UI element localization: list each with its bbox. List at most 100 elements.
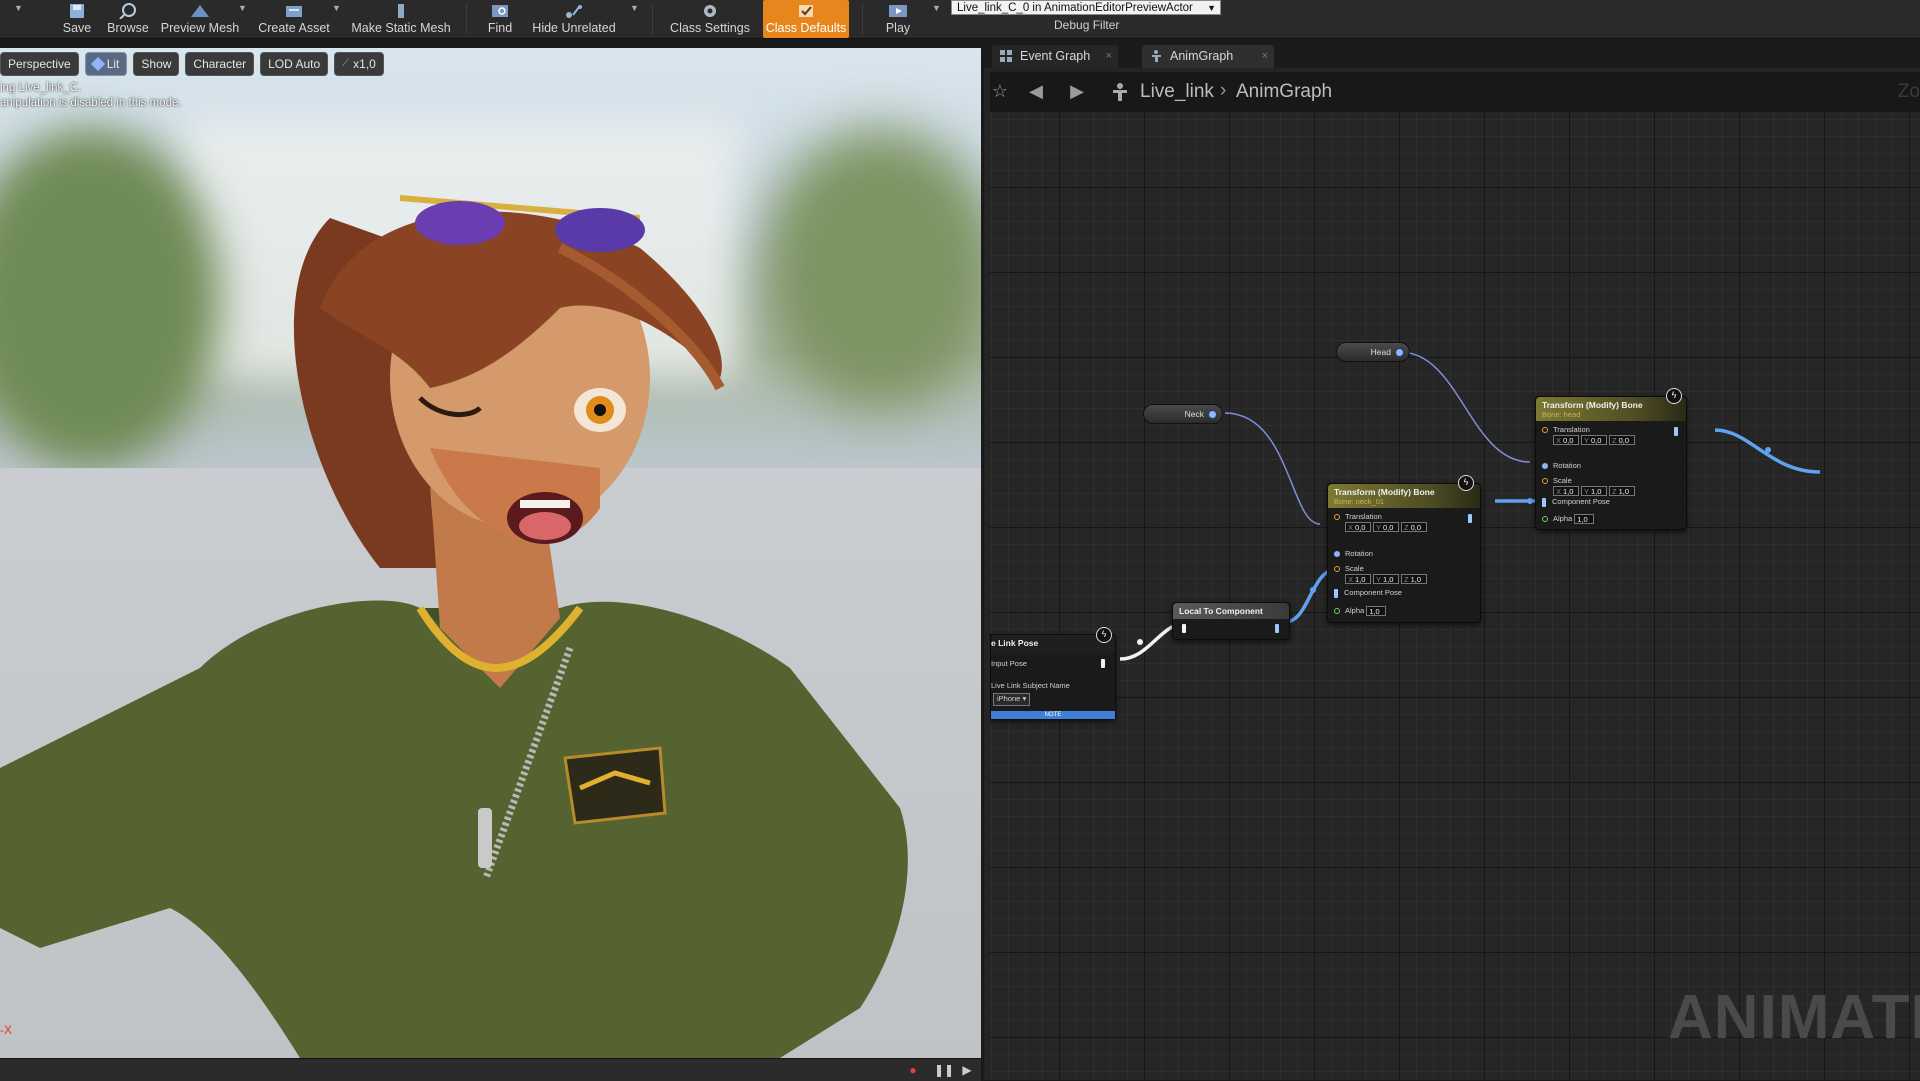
translation-x-field[interactable]: X 0,0 bbox=[1553, 435, 1579, 445]
translation-y-field[interactable]: Y 0,0 bbox=[1373, 522, 1399, 532]
hide-unrelated-dropdown-icon[interactable]: ▼ bbox=[630, 3, 639, 13]
play-button[interactable]: Play bbox=[876, 0, 920, 38]
neck-variable-node[interactable]: Neck bbox=[1143, 404, 1223, 424]
output-pin[interactable] bbox=[1208, 410, 1217, 419]
component-pose-pin: Component Pose bbox=[1334, 588, 1402, 598]
close-icon[interactable]: × bbox=[1262, 45, 1268, 67]
browse-button[interactable]: Browse bbox=[104, 0, 152, 38]
head-variable-node[interactable]: Head bbox=[1336, 342, 1410, 362]
class-defaults-icon bbox=[799, 5, 813, 17]
skeleton-icon bbox=[1113, 83, 1127, 101]
play-dropdown-icon[interactable]: ▼ bbox=[932, 3, 941, 13]
viewport-toolbar: Perspective Lit Show Character LOD Auto … bbox=[0, 52, 384, 78]
star-icon[interactable]: ☆ bbox=[990, 81, 1010, 101]
close-icon[interactable]: × bbox=[1106, 45, 1112, 67]
gear-icon bbox=[704, 5, 716, 17]
translation-z-field[interactable]: Z 0,0 bbox=[1401, 522, 1427, 532]
play-icon bbox=[889, 5, 907, 17]
preview-viewport[interactable]: Perspective Lit Show Character LOD Auto … bbox=[0, 48, 981, 1058]
axis-indicator: -X bbox=[0, 1023, 12, 1037]
chevron-right-icon: › bbox=[1220, 80, 1227, 101]
class-defaults-button[interactable]: Class Defaults bbox=[763, 0, 849, 38]
back-arrow-icon[interactable]: ◀ bbox=[1026, 81, 1046, 101]
tab-anim-graph[interactable]: AnimGraph × bbox=[1142, 45, 1274, 68]
alpha-field[interactable]: 1,0 bbox=[1574, 514, 1595, 525]
create-asset-dropdown-icon[interactable]: ▼ bbox=[332, 3, 341, 13]
step-forward-icon[interactable]: ▶ bbox=[960, 1063, 974, 1077]
note-bar: NOTE bbox=[991, 711, 1115, 719]
output-pose-pin[interactable] bbox=[1101, 659, 1105, 668]
breadcrumb-current[interactable]: AnimGraph bbox=[1236, 81, 1332, 103]
tab-event-graph[interactable]: Event Graph × bbox=[992, 45, 1118, 68]
subject-name-select[interactable]: iPhone ▾ bbox=[993, 693, 1031, 706]
alpha-field[interactable]: 1,0 bbox=[1366, 606, 1387, 617]
fast-path-icon: ϟ bbox=[1458, 475, 1474, 491]
playback-speed-button[interactable]: ⟋ x1,0 bbox=[334, 52, 384, 76]
fast-path-icon: ϟ bbox=[1096, 627, 1112, 643]
output-pin[interactable] bbox=[1395, 348, 1404, 357]
class-settings-button[interactable]: Class Settings bbox=[668, 0, 752, 38]
create-asset-icon bbox=[286, 6, 302, 17]
preview-mesh-dropdown-icon[interactable]: ▼ bbox=[238, 3, 247, 13]
translation-y-field[interactable]: Y 0,0 bbox=[1581, 435, 1607, 445]
scale-x-field[interactable]: X 1,0 bbox=[1345, 574, 1371, 584]
wire-head-rotation bbox=[1399, 351, 1531, 463]
translation-x-field[interactable]: X 0,0 bbox=[1345, 522, 1371, 532]
hide-unrelated-button[interactable]: Hide Unrelated bbox=[532, 0, 616, 38]
chevron-down-icon: ▼ bbox=[1207, 3, 1216, 13]
scale-y-field[interactable]: Y 1,0 bbox=[1581, 486, 1607, 496]
event-graph-icon bbox=[1000, 50, 1012, 62]
input-pose-pin[interactable] bbox=[1182, 624, 1186, 633]
scale-z-field[interactable]: Z 1,0 bbox=[1609, 486, 1635, 496]
lod-button[interactable]: LOD Auto bbox=[260, 52, 329, 76]
save-icon bbox=[70, 4, 84, 18]
output-pose-pin[interactable] bbox=[1275, 624, 1279, 633]
output-pose-pin[interactable] bbox=[1468, 514, 1472, 523]
breadcrumb: ☆ ◀ ▶ Live_link › AnimGraph Zo bbox=[990, 72, 1920, 112]
scale-pin: Scale X 1,0 Y 1,0 Z 1,0 bbox=[1542, 476, 1635, 496]
pause-icon[interactable]: ❚❚ bbox=[934, 1063, 954, 1077]
translation-pin: Translation X 0,0 Y 0,0 Z 0,0 bbox=[1542, 425, 1635, 445]
debug-object-select[interactable]: Live_link_C_0 in AnimationEditorPreviewA… bbox=[951, 0, 1221, 15]
find-icon bbox=[492, 5, 508, 17]
preview-mesh-icon bbox=[191, 5, 209, 17]
perspective-button[interactable]: Perspective bbox=[0, 52, 79, 76]
output-pose-pin[interactable] bbox=[1674, 427, 1678, 436]
rotation-pin: Rotation bbox=[1334, 549, 1373, 558]
debug-filter-label: Debug Filter bbox=[1054, 18, 1120, 32]
main-toolbar: ▼ Save Browse Preview Mesh ▼ Create Asse… bbox=[0, 0, 1920, 39]
breadcrumb-root[interactable]: Live_link bbox=[1140, 81, 1214, 103]
make-static-mesh-button[interactable]: Make Static Mesh bbox=[350, 0, 452, 38]
save-button[interactable]: Save bbox=[58, 0, 96, 38]
alpha-pin: Alpha 1,0 bbox=[1334, 606, 1387, 617]
timeline-bar: ● ❚❚ ▶ bbox=[0, 1058, 981, 1081]
scale-z-field[interactable]: Z 1,0 bbox=[1401, 574, 1427, 584]
translation-pin: Translation X 0,0 Y 0,0 Z 0,0 bbox=[1334, 512, 1427, 532]
make-static-mesh-icon bbox=[398, 4, 404, 18]
fast-path-icon: ϟ bbox=[1666, 388, 1682, 404]
scale-y-field[interactable]: Y 1,0 bbox=[1373, 574, 1399, 584]
rotation-pin: Rotation bbox=[1542, 461, 1581, 470]
hide-unrelated-icon bbox=[566, 5, 582, 18]
graph-editor-panel: Event Graph × AnimGraph × ☆ ◀ ▶ Live_lin… bbox=[984, 42, 1920, 1080]
live-link-pose-node[interactable]: e Link Pose Input Pose Live Link Subject… bbox=[990, 634, 1116, 720]
anim-graph-canvas[interactable]: Head Neck Transform (Modify) Bone Bone: … bbox=[990, 112, 1920, 1080]
create-asset-button[interactable]: Create Asset bbox=[256, 0, 332, 38]
forward-arrow-icon[interactable]: ▶ bbox=[1067, 81, 1087, 101]
transform-modify-bone-node-neck[interactable]: Transform (Modify) Bone Bone: neck_01 Tr… bbox=[1327, 483, 1481, 623]
find-button[interactable]: Find bbox=[482, 0, 518, 38]
input-pose-pin: Input Pose bbox=[991, 659, 1027, 668]
record-icon[interactable]: ● bbox=[906, 1063, 920, 1077]
scale-x-field[interactable]: X 1,0 bbox=[1553, 486, 1579, 496]
character-button[interactable]: Character bbox=[185, 52, 255, 76]
show-button[interactable]: Show bbox=[133, 52, 180, 76]
transform-modify-bone-node-head[interactable]: Transform (Modify) Bone Bone: head Trans… bbox=[1535, 396, 1687, 530]
chevron-down-icon[interactable]: ▼ bbox=[14, 3, 23, 13]
graph-tabs: Event Graph × AnimGraph × bbox=[984, 42, 1920, 68]
chevron-down-icon: ▾ bbox=[1022, 694, 1027, 703]
translation-z-field[interactable]: Z 0,0 bbox=[1609, 435, 1635, 445]
lit-button[interactable]: Lit bbox=[84, 52, 128, 76]
preview-mesh-button[interactable]: Preview Mesh bbox=[160, 0, 240, 38]
component-pose-pin: Component Pose bbox=[1542, 497, 1610, 507]
local-to-component-node[interactable]: Local To Component bbox=[1172, 602, 1290, 640]
